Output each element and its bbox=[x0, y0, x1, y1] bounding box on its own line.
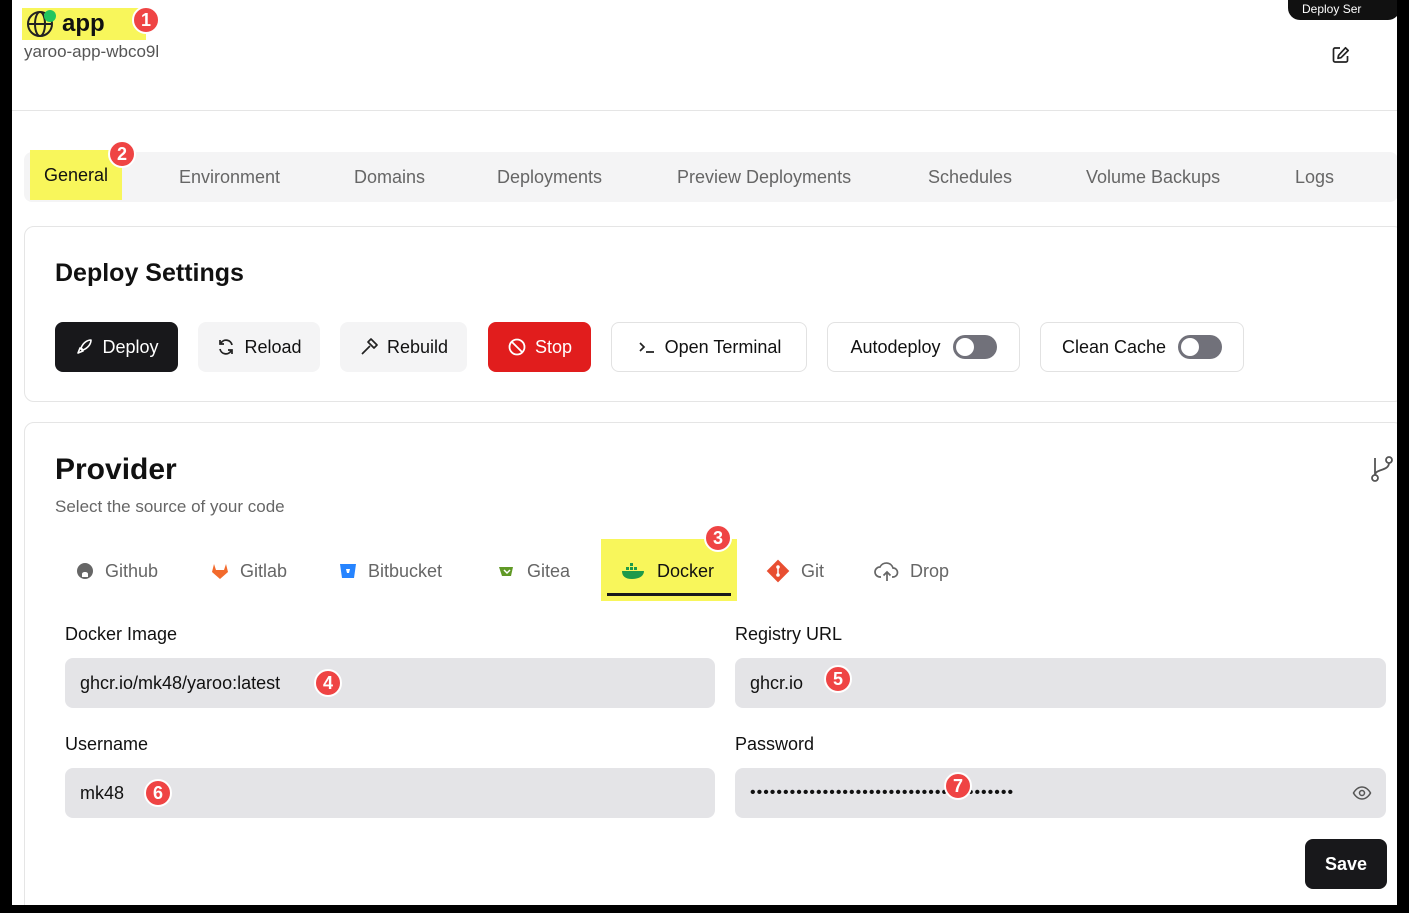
autodeploy-label: Autodeploy bbox=[850, 336, 941, 357]
bitbucket-icon bbox=[340, 564, 356, 578]
git-icon bbox=[766, 559, 790, 583]
tab-volume-backups[interactable]: Volume Backups bbox=[1086, 152, 1220, 202]
provider-tab-github[interactable]: Github bbox=[75, 549, 158, 593]
rebuild-label: Rebuild bbox=[386, 336, 449, 357]
provider-tab-label: Docker bbox=[657, 560, 715, 581]
annotation-badge-2: 2 bbox=[108, 140, 136, 168]
provider-subtitle: Select the source of your code bbox=[55, 497, 285, 516]
password-value: •••••••••••••••••••••••••••••••••••••••• bbox=[750, 784, 1015, 801]
provider-tab-gitlab[interactable]: Gitlab bbox=[210, 549, 287, 593]
stop-button[interactable]: Stop bbox=[488, 322, 591, 372]
tab-domains[interactable]: Domains bbox=[354, 152, 425, 202]
clean-cache-toggle[interactable] bbox=[1178, 335, 1223, 359]
annotation-badge-6: 6 bbox=[144, 779, 172, 807]
edit-icon[interactable] bbox=[1332, 46, 1352, 66]
open-terminal-button[interactable]: Open Terminal bbox=[611, 322, 807, 372]
rocket-icon bbox=[77, 339, 93, 354]
tab-environment[interactable]: Environment bbox=[179, 152, 280, 202]
password-label: Password bbox=[735, 734, 815, 754]
hammer-icon bbox=[361, 338, 378, 355]
rebuild-button[interactable]: Rebuild bbox=[340, 322, 467, 372]
app-window: app 1 yaroo-app-wbco9l General Environme… bbox=[10, 0, 1398, 905]
stop-label: Stop bbox=[534, 336, 573, 357]
eye-icon[interactable] bbox=[1352, 783, 1372, 803]
clean-cache-label: Clean Cache bbox=[1061, 336, 1167, 357]
docker-icon bbox=[622, 563, 644, 579]
tab-preview-deployments[interactable]: Preview Deployments bbox=[677, 152, 851, 202]
password-input[interactable]: •••••••••••••••••••••••••••••••••••••••• bbox=[735, 768, 1386, 818]
ban-icon bbox=[508, 338, 526, 356]
annotation-badge-1: 1 bbox=[132, 6, 160, 34]
git-branch-icon bbox=[1369, 455, 1395, 483]
app-slug: yaroo-app-wbco9l bbox=[24, 42, 160, 61]
provider-tab-label: Bitbucket bbox=[368, 560, 443, 581]
deploy-button[interactable]: Deploy bbox=[55, 322, 178, 372]
main-tabbar: General Environment Domains Deployments … bbox=[24, 150, 1398, 202]
provider-tab-git[interactable]: Git bbox=[765, 549, 824, 593]
terminal-icon bbox=[639, 342, 654, 353]
username-label: Username bbox=[65, 734, 149, 754]
tab-logs[interactable]: Logs bbox=[1295, 152, 1334, 202]
annotation-badge-7: 7 bbox=[944, 772, 972, 800]
annotation-badge-4: 4 bbox=[314, 669, 342, 697]
right-edge bbox=[1397, 0, 1409, 913]
docker-image-input[interactable]: ghcr.io/mk48/yaroo:latest bbox=[65, 658, 715, 708]
corner-pill[interactable]: Deploy Ser bbox=[1288, 0, 1400, 20]
app-title: app bbox=[62, 10, 105, 37]
gitlab-icon bbox=[212, 564, 228, 579]
save-button[interactable]: Save bbox=[1305, 839, 1387, 889]
deploy-label: Deploy bbox=[102, 336, 159, 357]
autodeploy-control: Autodeploy bbox=[827, 322, 1020, 372]
provider-tab-bitbucket[interactable]: Bitbucket bbox=[338, 549, 442, 593]
provider-title: Provider bbox=[55, 453, 177, 486]
docker-tab-underline bbox=[607, 593, 731, 596]
provider-tab-label: Drop bbox=[910, 560, 950, 581]
status-dot bbox=[44, 10, 56, 22]
open-terminal-label: Open Terminal bbox=[664, 336, 782, 357]
bottom-edge bbox=[0, 905, 1409, 913]
provider-tab-label: Gitlab bbox=[240, 560, 288, 581]
annotation-badge-5: 5 bbox=[824, 665, 852, 693]
reload-button[interactable]: Reload bbox=[198, 322, 320, 372]
provider-tab-label: Github bbox=[105, 560, 159, 581]
provider-tab-label: Gitea bbox=[527, 560, 571, 581]
refresh-icon bbox=[219, 339, 234, 355]
tab-schedules[interactable]: Schedules bbox=[928, 152, 1012, 202]
provider-card: Provider Select the source of your code … bbox=[24, 422, 1398, 905]
autodeploy-toggle[interactable] bbox=[952, 335, 997, 359]
globe-icon bbox=[26, 10, 56, 38]
registry-url-label: Registry URL bbox=[735, 624, 843, 644]
provider-tab-gitea[interactable]: Gitea bbox=[497, 549, 570, 593]
cloud-upload-icon bbox=[874, 562, 899, 581]
provider-tab-drop[interactable]: Drop bbox=[874, 549, 949, 593]
gitea-icon bbox=[499, 567, 513, 576]
header-divider bbox=[10, 110, 1398, 111]
annotation-badge-3: 3 bbox=[704, 524, 732, 552]
app-title-block: app bbox=[22, 8, 146, 40]
deploy-settings-title: Deploy Settings bbox=[55, 259, 244, 287]
tab-deployments[interactable]: Deployments bbox=[497, 152, 602, 202]
github-icon bbox=[77, 563, 93, 579]
provider-tab-label: Git bbox=[801, 560, 825, 581]
deploy-settings-card: Deploy Settings Deploy Reload Rebuild St… bbox=[24, 226, 1398, 402]
left-edge bbox=[0, 0, 12, 913]
docker-image-label: Docker Image bbox=[65, 624, 178, 644]
reload-label: Reload bbox=[244, 336, 302, 357]
provider-tab-docker[interactable]: Docker bbox=[621, 549, 714, 593]
clean-cache-control: Clean Cache bbox=[1040, 322, 1244, 372]
